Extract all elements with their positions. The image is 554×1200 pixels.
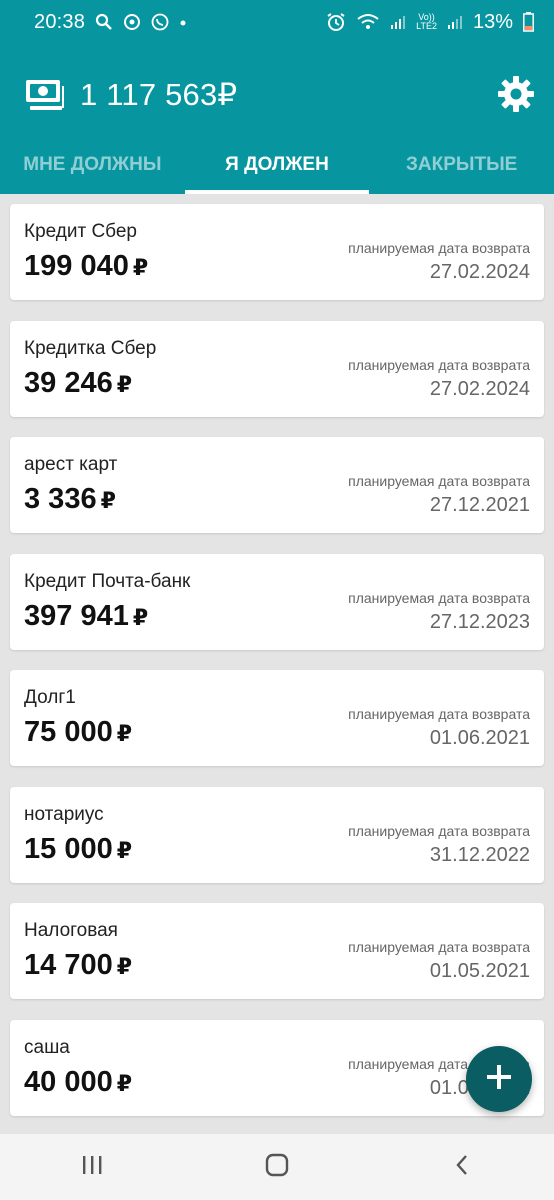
battery-icon bbox=[523, 12, 534, 32]
debt-amount: 40 000 ₽ bbox=[24, 1066, 132, 1099]
due-date: 27.02.2024 bbox=[429, 261, 530, 283]
debt-amount-value: 3 336 bbox=[24, 483, 97, 515]
whatsapp-icon bbox=[151, 13, 169, 31]
signal-icon bbox=[390, 14, 406, 30]
debt-name: Кредитка Сбер bbox=[24, 337, 157, 359]
volte-icon: Vo)) LTE2 bbox=[416, 12, 437, 31]
add-debt-button[interactable] bbox=[466, 1046, 532, 1112]
back-icon bbox=[455, 1154, 469, 1181]
status-right: Vo)) LTE2 13% bbox=[326, 11, 534, 34]
debt-name: Кредит Сбер bbox=[24, 221, 137, 242]
debt-name: Налоговая bbox=[24, 920, 118, 941]
due-date-label: планируемая дата возврата bbox=[348, 589, 530, 606]
due-date-label: планируемая дата возврата bbox=[348, 706, 530, 722]
due-date: 27.12.2023 bbox=[429, 610, 530, 633]
app-header: 20:38 Vo)) LTE2 13% 1 117 563₽ МНЕ ДОЛЖН… bbox=[0, 0, 554, 194]
debt-name: Кредит Почта-банк bbox=[24, 570, 191, 592]
currency-symbol: ₽ bbox=[116, 721, 133, 746]
due-date-label: планируемая дата возврата bbox=[348, 356, 530, 373]
signal-icon bbox=[447, 14, 463, 30]
due-date: 31.12.2022 bbox=[429, 843, 530, 866]
recent-apps-button[interactable] bbox=[62, 1137, 122, 1197]
currency-symbol: ₽ bbox=[132, 255, 149, 280]
debt-amount-value: 14 700 bbox=[24, 949, 113, 981]
due-date: 01.05.2021 bbox=[429, 960, 530, 982]
debt-amount-value: 397 941 bbox=[24, 599, 129, 632]
currency-symbol: ₽ bbox=[116, 954, 133, 979]
settings-icon[interactable] bbox=[496, 74, 536, 114]
debt-list: Кредит Сбер 199 040 ₽ планируемая дата во… bbox=[10, 204, 544, 1136]
debt-amount-value: 40 000 bbox=[24, 1065, 113, 1098]
debt-name: нотариус bbox=[24, 803, 104, 825]
tab-bar: МНЕ ДОЛЖНЫ Я ДОЛЖЕН ЗАКРЫТЫЕ bbox=[0, 136, 554, 194]
debt-amount: 75 000 ₽ bbox=[24, 716, 132, 749]
network-label: LTE2 bbox=[416, 21, 437, 31]
due-date-label: планируемая дата возврата bbox=[348, 822, 530, 839]
debt-card[interactable]: Долг1 75 000 ₽ планируемая дата возврата … bbox=[10, 670, 544, 766]
debt-card[interactable]: Налоговая 14 700 ₽ планируемая дата возвр… bbox=[10, 903, 544, 999]
status-left: 20:38 bbox=[34, 11, 187, 34]
due-date-label: планируемая дата возврата bbox=[348, 473, 530, 489]
debt-amount-value: 15 000 bbox=[24, 832, 113, 865]
status-time: 20:38 bbox=[34, 10, 86, 33]
tab-closed[interactable]: ЗАКРЫТЫЕ bbox=[369, 136, 554, 194]
money-icon bbox=[24, 78, 64, 112]
total-amount: 1 117 563₽ bbox=[80, 77, 238, 112]
debt-amount: 39 246 ₽ bbox=[24, 367, 132, 400]
back-button[interactable] bbox=[432, 1137, 492, 1197]
debt-amount-value: 199 040 bbox=[24, 250, 129, 282]
alarm-icon bbox=[326, 12, 346, 32]
debt-card[interactable]: арест карт 3 336 ₽ планируемая дата возвр… bbox=[10, 437, 544, 533]
due-date-label: планируемая дата возврата bbox=[348, 939, 530, 955]
currency-symbol: ₽ bbox=[132, 604, 149, 630]
debt-amount: 14 700 ₽ bbox=[24, 949, 132, 982]
debt-card[interactable]: Кредитка Сбер 39 246 ₽ планируемая дата в… bbox=[10, 320, 544, 417]
camera-sync-icon bbox=[123, 13, 141, 31]
debt-amount-value: 75 000 bbox=[24, 716, 113, 748]
debt-card[interactable]: нотариус 15 000 ₽ планируемая дата возвра… bbox=[10, 786, 544, 883]
wifi-icon bbox=[356, 13, 380, 31]
system-nav-bar bbox=[0, 1134, 554, 1200]
dot-icon bbox=[179, 13, 187, 31]
tab-i-owe[interactable]: Я ДОЛЖЕН bbox=[184, 136, 370, 194]
due-date: 01.06.2021 bbox=[429, 727, 530, 749]
due-date: 27.02.2024 bbox=[429, 377, 530, 400]
debt-amount: 3 336 ₽ bbox=[24, 483, 116, 516]
search-icon bbox=[95, 13, 113, 31]
battery-percent: 13% bbox=[472, 10, 513, 33]
currency-symbol: ₽ bbox=[100, 488, 116, 513]
home-button[interactable] bbox=[247, 1137, 307, 1197]
currency-symbol: ₽ bbox=[116, 1070, 133, 1096]
debt-card[interactable]: Кредит Сбер 199 040 ₽ планируемая дата во… bbox=[10, 204, 544, 300]
debt-amount: 15 000 ₽ bbox=[24, 833, 132, 866]
app-bar: 1 117 563₽ bbox=[0, 62, 554, 128]
tab-owed-to-me[interactable]: МНЕ ДОЛЖНЫ bbox=[0, 136, 185, 194]
debt-name: арест карт bbox=[24, 454, 118, 475]
currency-symbol: ₽ bbox=[116, 837, 133, 863]
status-bar: 20:38 Vo)) LTE2 13% bbox=[0, 0, 554, 44]
debt-amount-value: 39 246 bbox=[24, 366, 113, 399]
currency-symbol: ₽ bbox=[116, 371, 133, 397]
home-icon bbox=[265, 1153, 289, 1182]
plus-icon bbox=[485, 1063, 513, 1096]
debt-amount: 397 941 ₽ bbox=[24, 600, 148, 633]
due-date: 27.12.2021 bbox=[429, 494, 530, 516]
debt-name: Долг1 bbox=[24, 687, 76, 708]
debt-name: саша bbox=[24, 1036, 70, 1058]
debt-card[interactable]: Кредит Почта-банк 397 941 ₽ планируемая д… bbox=[10, 553, 544, 650]
debt-amount: 199 040 ₽ bbox=[24, 250, 148, 283]
debt-card[interactable]: саша 40 000₽ планируемая дата возврата 0… bbox=[10, 1019, 544, 1116]
due-date-label: планируемая дата возврата bbox=[348, 240, 530, 256]
recent-apps-icon bbox=[81, 1155, 103, 1180]
